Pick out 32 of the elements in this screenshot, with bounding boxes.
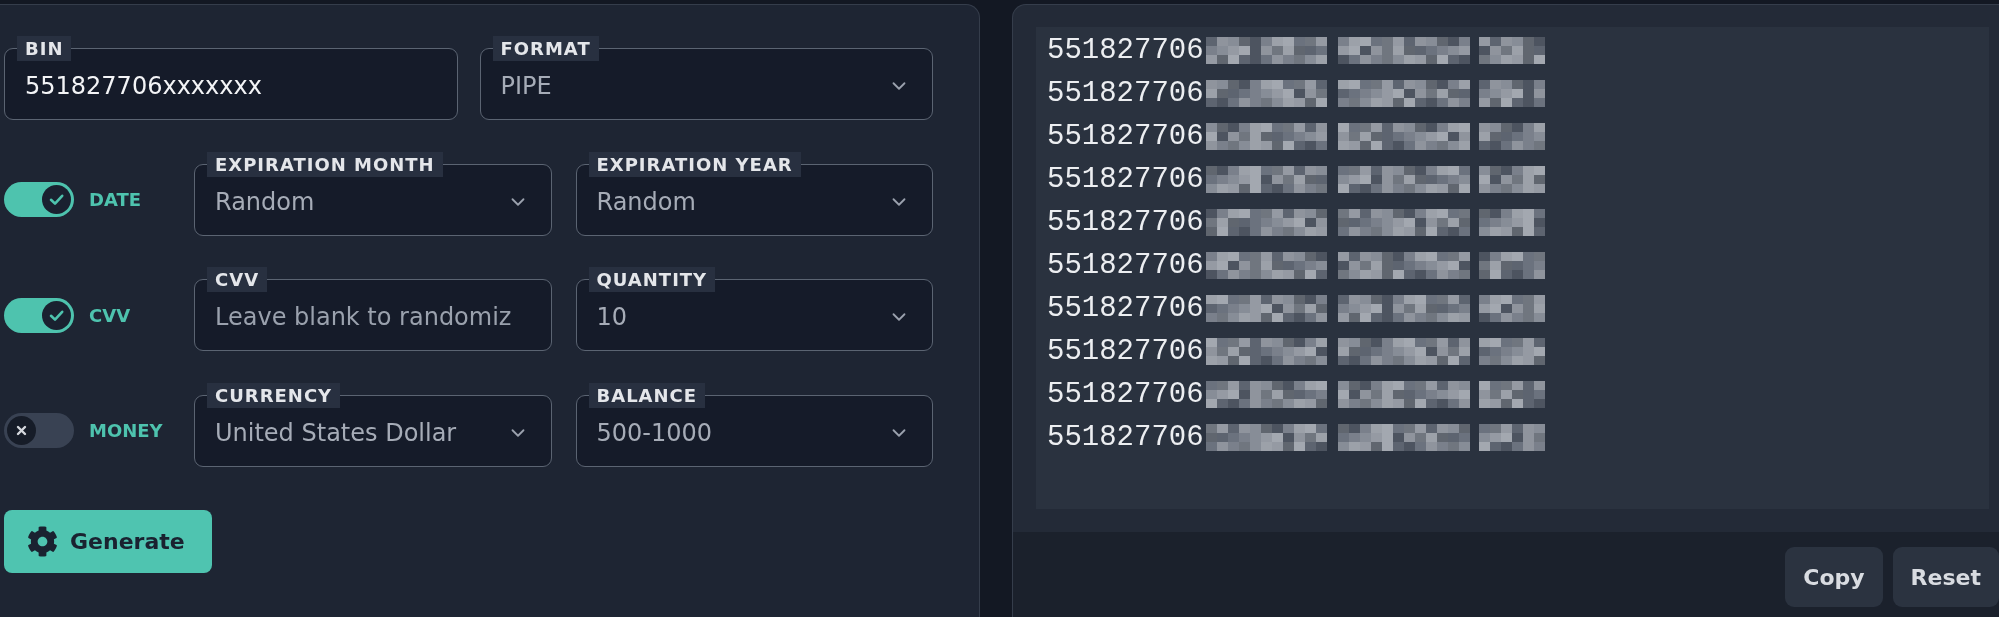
reset-button[interactable]: Reset — [1892, 547, 1999, 607]
field-label: EXPIRATION YEAR — [588, 151, 801, 177]
field-label: BALANCE — [588, 382, 706, 408]
copy-button[interactable]: Copy — [1785, 547, 1883, 607]
toggle-switch[interactable] — [4, 413, 74, 448]
card-number-text: 551827706 — [1047, 421, 1204, 454]
card-number-text: 551827706 — [1047, 163, 1204, 196]
check-icon — [42, 300, 71, 330]
field-label: QUANTITY — [588, 267, 716, 292]
card-number-text: 551827706 — [1047, 335, 1204, 368]
card-number-text: 551827706 — [1047, 77, 1204, 110]
toggle-label: CVV — [89, 304, 131, 326]
gear-icon — [27, 526, 58, 557]
toggle-switch[interactable] — [4, 182, 74, 217]
toggle-switch[interactable] — [4, 297, 74, 333]
output-textarea[interactable]: 551827706 551827706 551827706 551827706 551827706 551827706 551827706 551827706 551827706 551827706 — [1036, 27, 1989, 509]
generate-button[interactable]: Generate — [4, 510, 212, 573]
field-label: BIN — [17, 36, 72, 61]
check-icon — [42, 185, 71, 214]
toggle-label: MONEY — [89, 420, 163, 441]
field-label: FORMAT — [492, 36, 599, 61]
card-number-text: 551827706 — [1047, 206, 1204, 239]
cross-icon — [7, 416, 36, 445]
field-label: CURRENCY — [207, 382, 341, 408]
field-label: CVV — [207, 267, 268, 292]
toggle-label: DATE — [89, 189, 142, 210]
card-number-text: 551827706 — [1047, 120, 1204, 153]
card-number-text: 551827706 — [1047, 34, 1204, 67]
card-number-text: 551827706 — [1047, 292, 1204, 325]
card-number-text: 551827706 — [1047, 378, 1204, 411]
card-number-text: 551827706 — [1047, 249, 1204, 282]
field-label: EXPIRATION MONTH — [207, 151, 443, 177]
